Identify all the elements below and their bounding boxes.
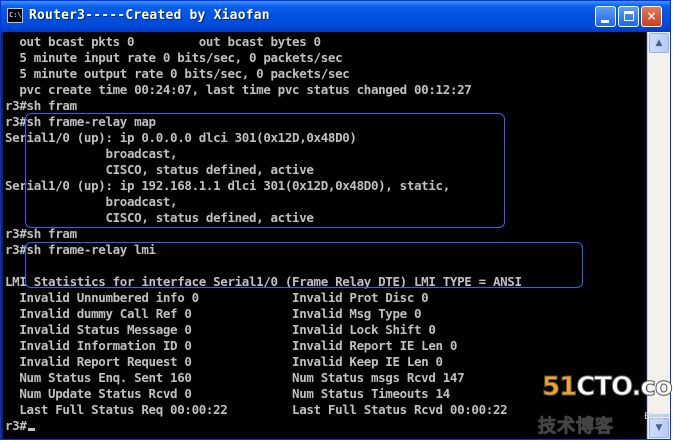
vertical-scrollbar[interactable]: ▲ ▼ [647, 32, 670, 439]
minimize-icon [601, 20, 609, 23]
terminal-line: r3#sh fram [5, 226, 77, 241]
terminal-line: pvc create time 00:24:07, last time pvc … [5, 82, 472, 97]
terminal-line: CISCO, status defined, active [5, 162, 314, 177]
terminal-line: CISCO, status defined, active [5, 210, 314, 225]
terminal-line: Num Update Status Rcvd 0 Num Status Time… [5, 386, 450, 401]
terminal-line: Invalid Unnumbered info 0 Invalid Prot D… [5, 290, 429, 305]
command-prompt-icon[interactable]: C:\ [7, 8, 23, 23]
terminal-output[interactable]: out bcast pkts 0 out bcast bytes 0 5 min… [3, 32, 646, 439]
terminal-line: out bcast pkts 0 out bcast bytes 0 [5, 34, 321, 49]
window-title: Router3-----Created by Xiaofan [29, 8, 270, 23]
terminal-line: 5 minute output rate 0 bits/sec, 0 packe… [5, 66, 350, 81]
prompt: r3# [5, 418, 27, 433]
close-button[interactable]: × [641, 6, 662, 27]
console-window: C:\ Router3-----Created by Xiaofan × out… [0, 0, 671, 440]
scroll-down-button[interactable]: ▼ [649, 418, 669, 438]
terminal-line: Invalid dummy Call Ref 0 Invalid Msg Typ… [5, 306, 422, 321]
arrow-down-icon: ▼ [655, 423, 663, 433]
terminal-line: Invalid Status Message 0 Invalid Lock Sh… [5, 322, 436, 337]
scroll-up-button[interactable]: ▲ [649, 33, 669, 53]
title-bar[interactable]: C:\ Router3-----Created by Xiaofan × [1, 1, 670, 32]
terminal-line: Serial1/0 (up): ip 192.168.1.1 dlci 301(… [5, 178, 450, 193]
prompt-line[interactable]: r3# [5, 418, 522, 434]
maximize-icon [624, 11, 634, 21]
terminal-line: r3#sh frame-relay lmi [5, 242, 156, 257]
terminal-line: Last Full Status Req 00:00:22 Last Full … [5, 402, 508, 417]
terminal-line: Invalid Information ID 0 Invalid Report … [5, 338, 458, 353]
terminal-line: Num Status Enq. Sent 160 Num Status msgs… [5, 370, 465, 385]
terminal-line: LMI Statistics for interface Serial1/0 (… [5, 274, 522, 289]
close-icon: × [646, 9, 657, 23]
text-cursor [27, 428, 35, 431]
terminal-line: r3#sh fram [5, 98, 77, 113]
terminal-line: Invalid Report Request 0 Invalid Keep IE… [5, 354, 443, 369]
terminal-line: Serial1/0 (up): ip 0.0.0.0 dlci 301(0x12… [5, 130, 357, 145]
terminal-line: broadcast, [5, 194, 178, 209]
arrow-up-icon: ▲ [655, 38, 663, 48]
terminal-lines: out bcast pkts 0 out bcast bytes 0 5 min… [5, 34, 522, 434]
terminal-line: r3#sh frame-relay map [5, 114, 156, 129]
terminal-line: 5 minute input rate 0 bits/sec, 0 packet… [5, 50, 343, 65]
terminal-line: broadcast, [5, 146, 178, 161]
minimize-button[interactable] [595, 6, 616, 27]
maximize-button[interactable] [618, 6, 639, 27]
scroll-thumb[interactable] [649, 414, 669, 417]
